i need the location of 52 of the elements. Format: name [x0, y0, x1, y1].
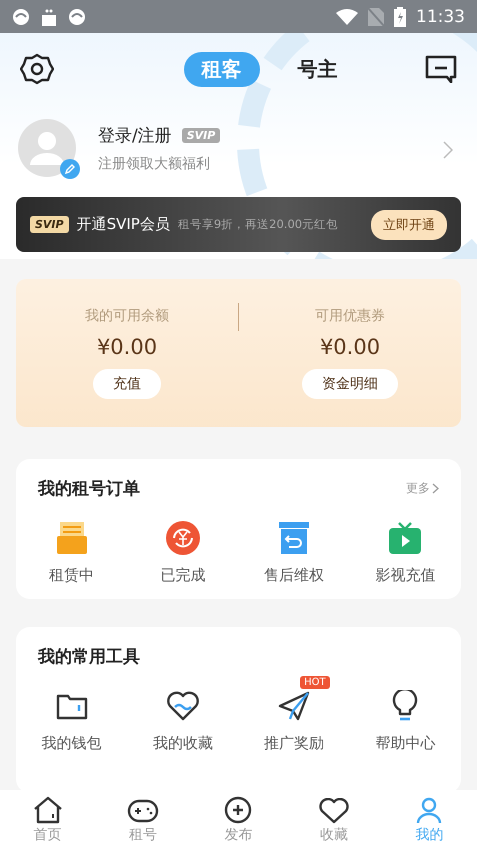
svip-banner[interactable]: SVIP 开通SVIP会员 租号享9折，再送20.00元红包 立即开通: [16, 197, 461, 252]
shortcut-label[interactable]: 我的收藏: [152, 734, 213, 753]
wallet-button[interactable]: 充值: [93, 369, 161, 399]
no-sim-icon: [368, 8, 384, 26]
clock-time: 11:33: [416, 6, 465, 26]
svip-badge: SVIP: [182, 128, 220, 142]
tv-icon: [389, 522, 422, 554]
hot-badge: HOT: [300, 676, 330, 689]
message-icon[interactable]: [425, 55, 457, 83]
plus-circle-icon: [224, 796, 252, 824]
section-title: 我的租号订单: [38, 478, 140, 500]
svip-badge: SVIP: [30, 216, 69, 233]
heart-icon: [318, 798, 349, 824]
wallet-icon: [56, 692, 88, 720]
login-link[interactable]: 登录/注册: [98, 124, 172, 146]
paper-plane-icon: [278, 690, 310, 722]
shortcut-label[interactable]: 影视充值: [375, 566, 436, 585]
chevron-right-icon[interactable]: [443, 141, 453, 159]
amount-value: ¥0.00: [320, 335, 380, 359]
wallet-button[interactable]: 资金明细: [302, 369, 398, 399]
home-icon: [32, 796, 63, 824]
wifi-icon: [336, 8, 358, 24]
avatar[interactable]: [18, 119, 76, 177]
yuan-cycle-icon: [166, 521, 200, 555]
shortcut-label[interactable]: 推广奖励: [264, 734, 324, 753]
person-icon: [415, 796, 444, 824]
bag-icon: [40, 8, 58, 26]
heart-icon: [166, 691, 200, 721]
shortcut-label[interactable]: 已完成: [160, 566, 206, 585]
banner-description: 租号享9折，再送20.00元红包: [178, 217, 340, 232]
role-tab[interactable]: 号主: [280, 52, 356, 86]
battery-charging-icon: [394, 6, 406, 26]
edit-icon[interactable]: [60, 159, 80, 179]
settings-icon[interactable]: [20, 52, 54, 86]
activate-button[interactable]: 立即开通: [371, 210, 447, 240]
shortcut-label[interactable]: 帮助中心: [375, 734, 436, 753]
wallet-label: 可用优惠券: [315, 307, 385, 325]
tray-icon: [56, 522, 87, 554]
section-title: 我的常用工具: [38, 646, 140, 668]
lightbulb-icon: [392, 690, 418, 722]
shortcut-label[interactable]: 售后维权: [264, 566, 324, 585]
return-box-icon: [279, 522, 310, 554]
banner-title: 开通SVIP会员: [76, 215, 170, 234]
amount-value: ¥0.00: [96, 335, 158, 359]
shortcut-label[interactable]: 我的钱包: [42, 734, 102, 753]
app-notification-icon: [12, 8, 30, 26]
shortcut-label[interactable]: 租赁中: [49, 566, 94, 585]
profile-subtitle: 注册领取大额福利: [98, 154, 211, 172]
app-notification-icon: [68, 8, 86, 26]
chevron-right-icon[interactable]: [432, 483, 439, 494]
gamepad-icon: [127, 798, 160, 824]
wallet-label: 我的可用余额: [85, 307, 169, 325]
